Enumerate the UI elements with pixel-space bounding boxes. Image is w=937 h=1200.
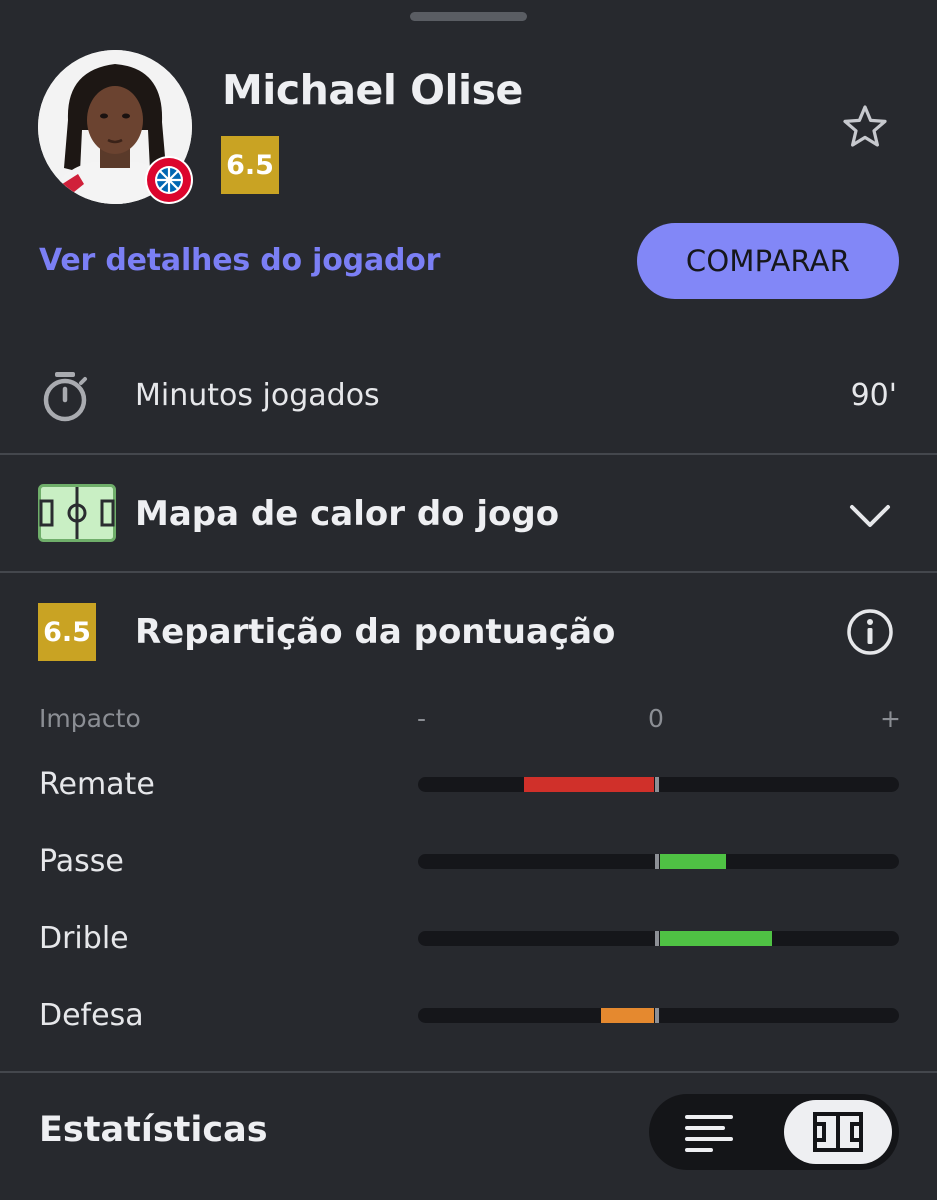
impact-bar-fill <box>658 931 772 946</box>
impact-label: Impacto <box>39 704 141 733</box>
heatmap-label: Mapa de calor do jogo <box>135 494 560 534</box>
metric-label: Passe <box>39 844 124 879</box>
chevron-down-icon[interactable] <box>845 496 895 536</box>
minutes-played-value: 90' <box>850 378 897 413</box>
impact-bar-fill <box>600 1008 659 1023</box>
impact-bar <box>418 931 899 946</box>
impact-bar <box>418 777 899 792</box>
player-name: Michael Olise <box>222 66 523 114</box>
metric-label: Drible <box>39 921 129 956</box>
impact-bar <box>418 1008 899 1023</box>
metric-label: Defesa <box>39 998 144 1033</box>
compare-button[interactable]: COMPARAR <box>637 223 899 299</box>
drag-handle[interactable] <box>410 12 527 21</box>
divider <box>0 571 937 573</box>
impact-bar-center <box>654 1008 660 1023</box>
impact-bar-center <box>654 777 660 792</box>
info-icon[interactable] <box>845 607 895 657</box>
metric-label: Remate <box>39 767 155 802</box>
axis-plus-label: + <box>880 704 901 733</box>
axis-minus-label: - <box>417 704 427 733</box>
player-rating-badge: 6.5 <box>221 136 279 194</box>
divider <box>0 453 937 455</box>
heatmap-row[interactable]: Mapa de calor do jogo <box>0 456 937 571</box>
star-outline-icon <box>843 105 887 147</box>
pitch-view-icon <box>813 1112 863 1152</box>
minutes-played-label: Minutos jogados <box>135 378 380 413</box>
pitch-view-button[interactable] <box>784 1100 892 1164</box>
list-icon[interactable] <box>683 1112 735 1152</box>
impact-bar-fill <box>523 777 659 792</box>
impact-bar <box>418 854 899 869</box>
bayern-logo-icon <box>147 158 191 202</box>
breakdown-rating-badge: 6.5 <box>38 603 96 661</box>
stopwatch-icon <box>43 372 87 422</box>
impact-bar-center <box>654 931 660 946</box>
impact-bar-center <box>654 854 660 869</box>
impact-bar-fill <box>658 854 726 869</box>
stats-title: Estatísticas <box>39 1110 268 1150</box>
pitch-icon <box>38 484 116 542</box>
player-sheet: Michael Olise 6.5 Ver detalhes do jogado… <box>0 0 937 1200</box>
player-details-link[interactable]: Ver detalhes do jogador <box>39 243 440 278</box>
breakdown-title: Repartição da pontuação <box>135 612 616 652</box>
axis-zero-label: 0 <box>648 704 664 733</box>
minutes-played-row: Minutos jogados 90' <box>0 362 937 454</box>
divider <box>0 1071 937 1073</box>
club-badge <box>145 156 193 204</box>
stats-view-toggle <box>649 1094 899 1170</box>
favorite-button[interactable] <box>838 100 892 154</box>
